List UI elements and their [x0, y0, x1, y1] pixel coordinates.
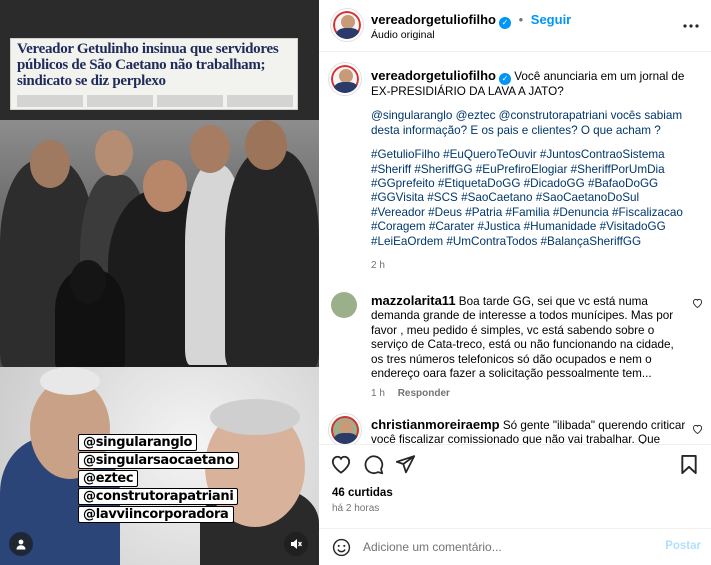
comment-like-heart-icon[interactable]: [692, 298, 703, 311]
comment-input[interactable]: [363, 538, 653, 556]
caption-avatar[interactable]: [329, 63, 361, 95]
figure-head: [245, 120, 287, 170]
more-horizontal-icon[interactable]: [683, 16, 699, 31]
comments-scroll-area[interactable]: vereadorgetuliofilho ✓ Você anunciaria em…: [319, 52, 711, 444]
tag-line[interactable]: @lavviincorporadora: [78, 506, 234, 523]
caption-time: 2 h: [371, 260, 385, 272]
tag-line[interactable]: @construtorapatriani: [78, 488, 239, 505]
verified-badge-icon: ✓: [498, 73, 511, 85]
likes-count[interactable]: 46 curtidas: [332, 487, 393, 499]
comment-body: christianmoreiraemp Só gente "ilibada" q…: [371, 417, 689, 444]
clipping-headline: Vereador Getulinho insinua que servidore…: [17, 41, 279, 89]
tag-line[interactable]: @singularsaocaetano: [78, 452, 239, 469]
comment-username[interactable]: christianmoreiraemp: [371, 417, 500, 432]
reply-button[interactable]: Responder: [398, 388, 450, 399]
figure-hair: [40, 367, 100, 395]
figure-head: [30, 140, 70, 188]
add-comment-bar: Postar: [319, 528, 711, 565]
audio-label[interactable]: Áudio original: [371, 29, 435, 41]
caption-hashtags[interactable]: #GetulioFilho #EuQueroTeOuvir #JuntosCon…: [371, 148, 689, 249]
figure-hair: [210, 399, 300, 435]
post-age: há 2 horas: [332, 503, 380, 514]
comment-body: mazzolarita11 Boa tarde GG, sei que vc e…: [371, 293, 689, 402]
author-username[interactable]: vereadorgetuliofilho: [371, 12, 496, 27]
verified-badge-icon: ✓: [498, 17, 511, 29]
post-comment-button[interactable]: Postar: [665, 540, 701, 552]
post-details-panel: vereadorgetuliofilho ✓ • Seguir Áudio ori…: [319, 0, 711, 565]
figure-head: [143, 160, 187, 212]
action-bar: 46 curtidas há 2 horas: [319, 444, 711, 528]
arrest-photo: [0, 120, 319, 367]
author-avatar[interactable]: [331, 9, 363, 41]
commenter-avatar[interactable]: [331, 292, 357, 318]
comment-time: 1 h: [371, 388, 385, 400]
dot-separator: •: [518, 12, 524, 27]
comment-like-heart-icon[interactable]: [692, 424, 703, 437]
media-top-strip: Vereador Getulinho insinua que servidore…: [0, 0, 319, 120]
tagged-accounts-overlay: @singularanglo @singularsaocaetano @ezte…: [78, 434, 239, 524]
author-line: vereadorgetuliofilho ✓ • Seguir: [371, 12, 571, 29]
post-header: vereadorgetuliofilho ✓ • Seguir Áudio ori…: [319, 0, 711, 52]
newspaper-clipping: Vereador Getulinho insinua que servidore…: [10, 38, 298, 110]
follow-button[interactable]: Seguir: [531, 12, 571, 27]
heart-icon[interactable]: [330, 453, 352, 475]
comment-meta: 1 h Responder: [371, 387, 689, 401]
share-send-icon[interactable]: [394, 453, 416, 475]
commenter-avatar[interactable]: [329, 414, 361, 444]
caption-username[interactable]: vereadorgetuliofilho: [371, 68, 496, 83]
figure-head: [70, 260, 106, 304]
figure-head: [190, 125, 230, 173]
comment-username[interactable]: mazzolarita11: [371, 293, 456, 308]
emoji-smile-icon[interactable]: [332, 538, 351, 560]
comment-bubble-icon[interactable]: [362, 453, 384, 475]
post-media[interactable]: Vereador Getulinho insinua que servidore…: [0, 0, 319, 565]
tagged-user-icon[interactable]: [9, 532, 33, 556]
muted-speaker-icon[interactable]: [284, 532, 308, 556]
figure-agent-right: [225, 150, 319, 367]
tag-line[interactable]: @singularanglo: [78, 434, 198, 451]
bookmark-icon[interactable]: [678, 453, 700, 475]
tag-line[interactable]: @eztec: [78, 470, 139, 487]
caption: vereadorgetuliofilho ✓ Você anunciaria em…: [371, 68, 689, 273]
caption-mentions[interactable]: @singularanglo @eztec @construtorapatria…: [371, 109, 689, 138]
clipping-columns: [17, 95, 293, 107]
figure-head: [95, 130, 133, 176]
